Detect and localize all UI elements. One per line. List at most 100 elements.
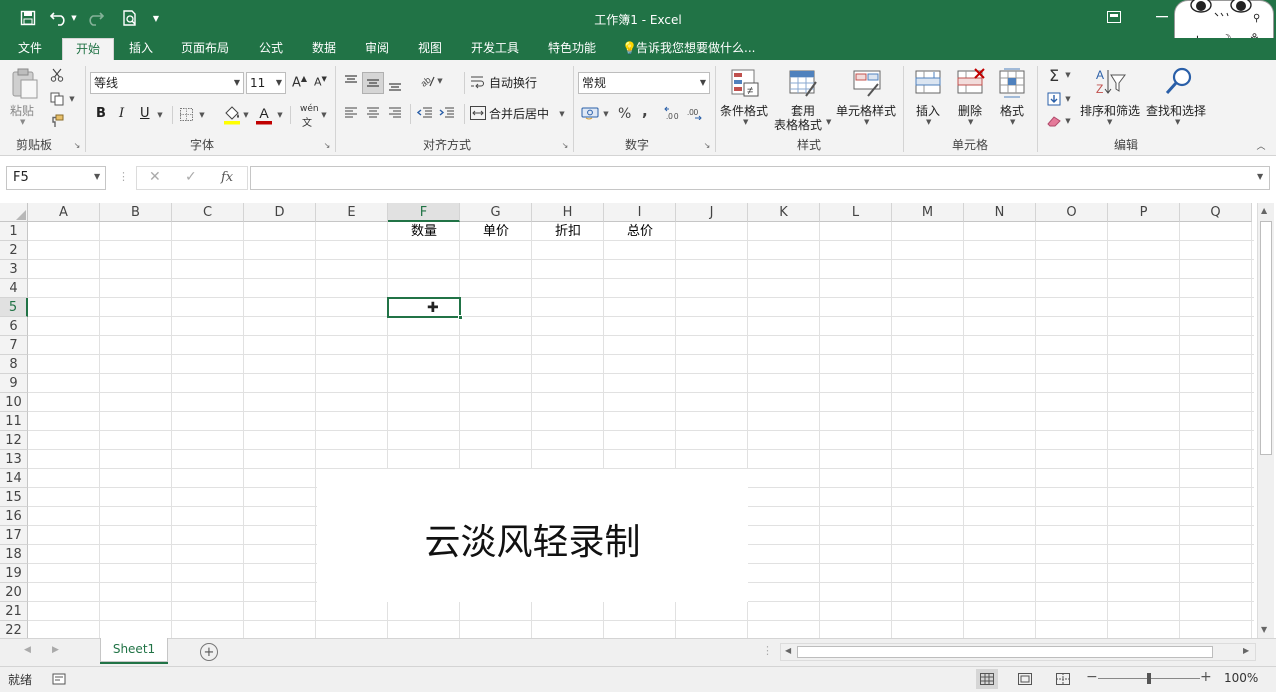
- tab-file[interactable]: 文件: [10, 38, 50, 60]
- row-header-3[interactable]: 3: [0, 260, 28, 279]
- underline-dropdown-icon[interactable]: ▼: [156, 109, 164, 121]
- column-header-l[interactable]: L: [820, 203, 892, 222]
- bold-button[interactable]: B: [96, 106, 106, 121]
- row-header-15[interactable]: 15: [0, 488, 28, 507]
- row-header-10[interactable]: 10: [0, 393, 28, 412]
- row-header-1[interactable]: 1: [0, 222, 28, 241]
- column-header-q[interactable]: Q: [1180, 203, 1252, 222]
- font-size-combo[interactable]: 11 ▼: [246, 72, 286, 94]
- insert-cells-button[interactable]: 插入 ▼: [910, 66, 950, 132]
- clear-dropdown-icon[interactable]: ▼: [1064, 115, 1072, 127]
- expand-formula-icon[interactable]: ▼: [1257, 172, 1263, 181]
- number-launcher-icon[interactable]: ↘: [702, 140, 712, 150]
- clipboard-launcher-icon[interactable]: ↘: [72, 140, 82, 150]
- paste-button[interactable]: 粘贴 ▼: [8, 66, 40, 126]
- fill-dropdown-icon[interactable]: ▼: [1064, 93, 1072, 105]
- customize-qat-icon[interactable]: ▼: [150, 12, 162, 24]
- chevron-down-icon[interactable]: ▼: [276, 73, 282, 93]
- grow-font-button[interactable]: A▲: [292, 74, 307, 90]
- tab-developer[interactable]: 开发工具: [463, 38, 527, 60]
- font-color-icon[interactable]: A: [254, 104, 274, 126]
- horizontal-scrollbar[interactable]: ◀ ▶: [780, 643, 1256, 661]
- minimize-icon[interactable]: [1152, 9, 1172, 25]
- tab-home[interactable]: 开始: [62, 38, 114, 60]
- column-header-n[interactable]: N: [964, 203, 1036, 222]
- align-middle-icon[interactable]: [362, 72, 384, 94]
- tab-data[interactable]: 数据: [305, 38, 343, 60]
- prev-sheet-icon[interactable]: ◀: [24, 645, 31, 655]
- chevron-down-icon[interactable]: ▼: [234, 73, 240, 93]
- undo-icon[interactable]: [48, 8, 70, 28]
- horizontal-scroll-thumb[interactable]: [797, 646, 1213, 658]
- tab-view[interactable]: 视图: [411, 38, 449, 60]
- macro-record-icon[interactable]: [52, 672, 66, 686]
- row-header-11[interactable]: 11: [0, 412, 28, 431]
- phonetic-dropdown-icon[interactable]: ▼: [320, 109, 328, 121]
- undo-dropdown-icon[interactable]: ▼: [70, 12, 78, 24]
- tab-page-layout[interactable]: 页面布局: [174, 38, 236, 60]
- autosum-icon[interactable]: Σ: [1044, 66, 1064, 85]
- percent-style-button[interactable]: %: [618, 106, 631, 122]
- row-header-22[interactable]: 22: [0, 621, 28, 638]
- ribbon-display-icon[interactable]: [1104, 9, 1124, 25]
- copy-dropdown-icon[interactable]: ▼: [68, 93, 76, 105]
- align-top-icon[interactable]: [342, 72, 360, 90]
- column-header-a[interactable]: A: [28, 203, 100, 222]
- align-right-icon[interactable]: [386, 104, 404, 122]
- print-preview-icon[interactable]: [120, 8, 140, 28]
- underline-button[interactable]: U: [140, 106, 150, 121]
- enter-icon[interactable]: ✓: [185, 169, 197, 185]
- paste-dropdown-icon[interactable]: ▼: [20, 118, 25, 126]
- zoom-in-icon[interactable]: +: [1200, 669, 1212, 685]
- row-header-8[interactable]: 8: [0, 355, 28, 374]
- decrease-indent-icon[interactable]: [416, 104, 434, 122]
- column-header-e[interactable]: E: [316, 203, 388, 222]
- tab-review[interactable]: 审阅: [358, 38, 396, 60]
- active-cell-selection[interactable]: ✚: [387, 297, 463, 320]
- row-header-16[interactable]: 16: [0, 507, 28, 526]
- font-name-combo[interactable]: 等线 ▼: [90, 72, 244, 94]
- column-header-i[interactable]: I: [604, 203, 676, 222]
- row-header-6[interactable]: 6: [0, 317, 28, 336]
- zoom-level[interactable]: 100%: [1224, 671, 1258, 685]
- column-header-f[interactable]: F: [388, 203, 460, 222]
- accounting-dropdown-icon[interactable]: ▼: [602, 108, 610, 120]
- cut-icon[interactable]: [48, 66, 66, 84]
- column-header-d[interactable]: D: [244, 203, 316, 222]
- format-as-table-button[interactable]: 套用 表格格式 ▼: [774, 66, 834, 132]
- page-layout-view-icon[interactable]: [1014, 669, 1036, 689]
- row-header-9[interactable]: 9: [0, 374, 28, 393]
- row-header-21[interactable]: 21: [0, 602, 28, 621]
- scroll-right-icon[interactable]: ▶: [1243, 646, 1249, 655]
- zoom-slider-thumb[interactable]: [1147, 673, 1151, 684]
- row-header-4[interactable]: 4: [0, 279, 28, 298]
- cell-h1[interactable]: 折扣: [532, 222, 604, 241]
- row-header-19[interactable]: 19: [0, 564, 28, 583]
- autosum-dropdown-icon[interactable]: ▼: [1064, 69, 1072, 81]
- clear-icon[interactable]: [1044, 112, 1064, 130]
- sheet-scroll-grip-icon[interactable]: ⋮: [762, 644, 773, 657]
- new-sheet-icon[interactable]: +: [200, 643, 218, 661]
- cell-styles-button[interactable]: 单元格样式 ▼: [834, 66, 900, 132]
- format-painter-icon[interactable]: [48, 112, 66, 130]
- decrease-decimal-icon[interactable]: .00: [686, 104, 706, 122]
- align-left-icon[interactable]: [342, 104, 360, 122]
- zoom-out-icon[interactable]: −: [1086, 669, 1098, 685]
- find-select-button[interactable]: 查找和选择 ▼: [1144, 66, 1212, 132]
- spreadsheet-grid[interactable]: ABCDEFGHIJKLMNOPQ 1 2 3 4 5 6 7 8 9 10 11 12 13 14 15 1…: [0, 203, 1276, 638]
- align-center-icon[interactable]: [364, 104, 382, 122]
- zoom-slider[interactable]: [1098, 673, 1200, 684]
- row-header-20[interactable]: 20: [0, 583, 28, 602]
- insert-function-button[interactable]: fx: [221, 170, 233, 185]
- fill-color-icon[interactable]: [222, 104, 242, 126]
- name-box[interactable]: F5 ▼: [6, 166, 106, 190]
- column-header-m[interactable]: M: [892, 203, 964, 222]
- cell-f1[interactable]: 数量: [388, 222, 460, 241]
- font-color-dropdown-icon[interactable]: ▼: [276, 109, 284, 121]
- row-header-17[interactable]: 17: [0, 526, 28, 545]
- page-break-view-icon[interactable]: [1052, 669, 1074, 689]
- shrink-font-button[interactable]: A▼: [314, 75, 327, 89]
- orientation-dropdown-icon[interactable]: ▼: [436, 75, 444, 87]
- copy-icon[interactable]: [48, 90, 66, 108]
- font-launcher-icon[interactable]: ↘: [322, 140, 332, 150]
